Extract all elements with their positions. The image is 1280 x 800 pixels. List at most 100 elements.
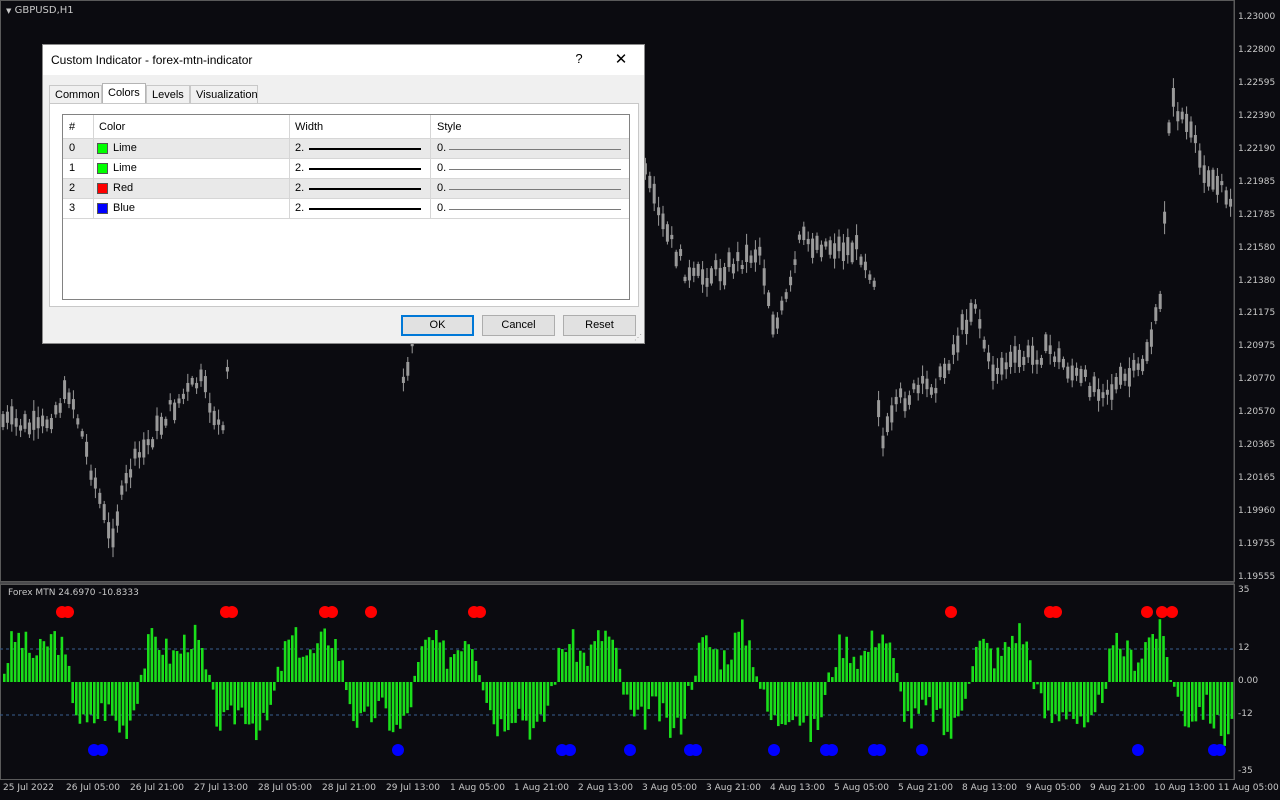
col-header-width[interactable]: Width: [295, 121, 323, 133]
width-line-preview[interactable]: [309, 188, 421, 190]
candle-body: [745, 244, 749, 262]
histogram-bar: [982, 638, 985, 682]
width-line-preview[interactable]: [309, 208, 421, 210]
color-name[interactable]: Lime: [113, 162, 137, 174]
color-swatch[interactable]: [97, 203, 108, 214]
style-value[interactable]: 0.: [437, 182, 446, 194]
histogram-bar: [935, 682, 938, 710]
time-tick-label: 8 Aug 13:00: [962, 783, 1017, 793]
close-icon[interactable]: ✕: [613, 50, 629, 68]
candle-body: [789, 276, 793, 286]
row-index: 2: [69, 182, 76, 194]
candle-body: [41, 415, 45, 427]
histogram-bar: [1025, 641, 1028, 682]
help-icon[interactable]: ?: [573, 51, 585, 66]
sell-signal-dot: [1166, 606, 1178, 618]
tab-common[interactable]: Common: [49, 85, 102, 103]
table-row[interactable]: 1 Lime 2. 0.: [63, 159, 629, 179]
histogram-bar: [643, 682, 647, 730]
histogram-bar: [1137, 662, 1140, 682]
style-value[interactable]: 0.: [437, 202, 446, 214]
indicator-label: Forex MTN 24.6970 -10.8333: [8, 588, 139, 598]
histogram-bar: [24, 631, 28, 682]
candle-body: [863, 261, 867, 271]
col-divider[interactable]: [430, 115, 431, 138]
candle-body: [648, 175, 652, 189]
color-name[interactable]: Red: [113, 182, 133, 194]
histogram-bar: [395, 682, 398, 725]
color-name[interactable]: Lime: [113, 142, 137, 154]
histogram-bar: [1147, 637, 1151, 682]
color-swatch[interactable]: [97, 183, 108, 194]
candle-body: [5, 411, 9, 423]
candle-body: [859, 256, 863, 265]
col-divider[interactable]: [93, 115, 94, 138]
histogram-bar: [492, 682, 496, 725]
candle-body: [1057, 348, 1061, 363]
sell-signal-dot: [62, 606, 74, 618]
histogram-bar: [226, 682, 229, 711]
tab-colors[interactable]: Colors: [102, 83, 146, 104]
width-line-preview[interactable]: [309, 168, 421, 170]
candle-body: [784, 292, 788, 299]
histogram-bar: [125, 682, 128, 739]
histogram-bar: [89, 682, 92, 715]
style-line-preview[interactable]: [449, 189, 621, 190]
table-row[interactable]: 0 Lime 2. 0.: [63, 139, 629, 159]
color-swatch[interactable]: [97, 143, 108, 154]
candle-body: [1004, 362, 1008, 370]
candle-body: [58, 403, 62, 413]
resize-grip-icon[interactable]: ⋰: [634, 333, 642, 342]
candle-body: [885, 416, 889, 433]
ok-button[interactable]: OK: [401, 315, 474, 336]
histogram-bar: [431, 640, 434, 682]
color-name[interactable]: Blue: [113, 202, 135, 214]
histogram-bar: [1101, 682, 1104, 704]
style-value[interactable]: 0.: [437, 162, 446, 174]
width-value[interactable]: 2.: [295, 142, 304, 154]
dialog-titlebar[interactable]: Custom Indicator - forex-mtn-indicator ?…: [43, 45, 644, 75]
histogram-bar: [240, 682, 244, 708]
histogram-bar: [586, 665, 589, 682]
dropdown-triangle-icon[interactable]: ▼: [6, 7, 11, 15]
col-header-index[interactable]: #: [69, 121, 75, 133]
candle-body: [850, 242, 854, 263]
histogram-bar: [1000, 655, 1003, 682]
histogram-bar: [435, 629, 438, 682]
col-divider[interactable]: [289, 115, 290, 138]
histogram-bar: [888, 642, 892, 682]
color-swatch[interactable]: [97, 163, 108, 174]
histogram-bar: [312, 653, 316, 682]
width-value[interactable]: 2.: [295, 182, 304, 194]
candle-body: [1110, 384, 1114, 400]
candle-body: [973, 304, 977, 309]
histogram-bar: [186, 652, 190, 682]
candle-body: [951, 344, 955, 355]
histogram-bar: [694, 675, 697, 682]
histogram-bar: [669, 682, 672, 738]
table-row[interactable]: 3 Blue 2. 0.: [63, 199, 629, 219]
style-line-preview[interactable]: [449, 169, 621, 170]
histogram-bar: [474, 660, 478, 682]
histogram-bar: [161, 654, 164, 682]
tab-visualization[interactable]: Visualization: [190, 85, 258, 103]
width-line-preview[interactable]: [309, 148, 421, 150]
col-header-style[interactable]: Style: [437, 121, 461, 133]
tab-levels[interactable]: Levels: [146, 85, 190, 103]
style-value[interactable]: 0.: [437, 142, 446, 154]
width-value[interactable]: 2.: [295, 162, 304, 174]
candle-body: [1031, 345, 1035, 365]
style-line-preview[interactable]: [449, 209, 621, 210]
time-tick-label: 28 Jul 05:00: [258, 783, 312, 793]
table-row[interactable]: 2 Red 2. 0.: [63, 179, 629, 199]
histogram-bar: [294, 627, 298, 682]
width-value[interactable]: 2.: [295, 202, 304, 214]
candle-body: [797, 234, 801, 240]
price-tick-label: 1.21985: [1238, 176, 1276, 187]
sell-signal-dot: [1141, 606, 1153, 618]
histogram-bar: [975, 646, 978, 682]
cancel-button[interactable]: Cancel: [482, 315, 555, 336]
reset-button[interactable]: Reset: [563, 315, 636, 336]
style-line-preview[interactable]: [449, 149, 621, 150]
col-header-color[interactable]: Color: [99, 121, 125, 133]
